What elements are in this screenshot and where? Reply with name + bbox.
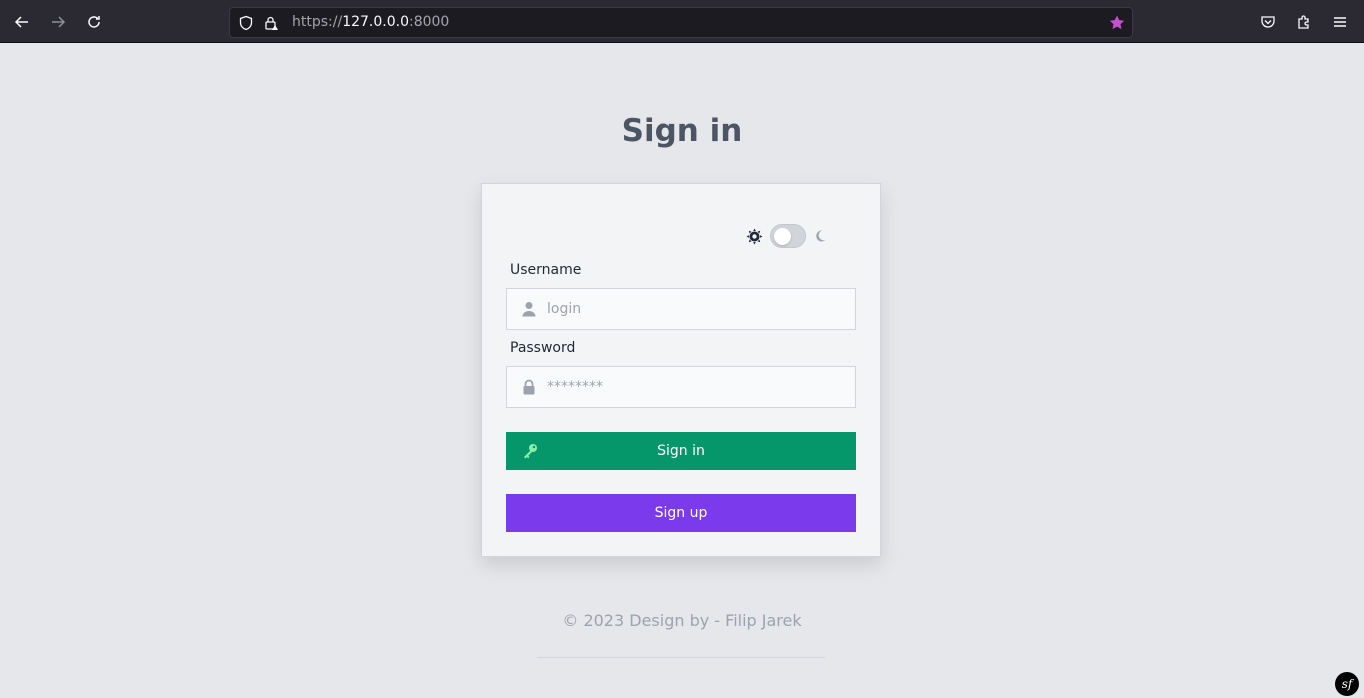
footer-divider (537, 657, 825, 658)
forward-arrow-icon (52, 16, 66, 28)
sign-in-button[interactable]: Sign in (506, 432, 856, 470)
username-label: Username (510, 262, 582, 278)
sun-icon (746, 228, 763, 245)
footer-copyright: © 2023 Design by - Filip Jarek (562, 611, 802, 630)
reload-icon (88, 16, 100, 28)
theme-toggle[interactable] (770, 224, 806, 248)
puzzle-icon (1298, 15, 1309, 29)
login-card: Username Password Sign in Sign up (481, 183, 881, 557)
sign-up-button[interactable]: Sign up (506, 494, 856, 532)
symfony-toolbar-icon[interactable]: sf (1335, 672, 1359, 696)
url-port: :8000 (408, 14, 450, 30)
back-button[interactable] (8, 8, 36, 36)
extensions-button[interactable] (1290, 8, 1318, 36)
lock-icon (523, 379, 535, 395)
username-input[interactable] (547, 289, 847, 329)
theme-switcher (746, 224, 836, 250)
url-host: 127.0.0.0 (342, 14, 409, 30)
pocket-icon (1261, 16, 1275, 28)
url-scheme: https:// (292, 14, 343, 30)
password-input[interactable] (547, 367, 847, 407)
pocket-button[interactable] (1254, 8, 1282, 36)
toggle-knob (774, 228, 791, 245)
shield-icon[interactable] (238, 15, 254, 31)
url-text[interactable]: https://127.0.0.0:8000 (292, 14, 449, 30)
insecure-lock-icon[interactable] (263, 15, 279, 31)
reload-button[interactable] (80, 8, 108, 36)
key-icon (524, 444, 537, 459)
sign-up-label: Sign up (654, 505, 708, 521)
moon-icon (816, 230, 826, 242)
password-field[interactable] (506, 366, 856, 408)
menu-button[interactable] (1326, 8, 1354, 36)
username-field[interactable] (506, 288, 856, 330)
hamburger-menu-icon (1334, 17, 1346, 27)
back-arrow-icon (14, 16, 28, 28)
page-title: Sign in (621, 113, 743, 149)
password-label: Password (510, 340, 576, 356)
forward-button[interactable] (44, 8, 72, 36)
browser-toolbar: https://127.0.0.0:8000 (0, 0, 1364, 43)
bookmark-star-icon[interactable] (1108, 14, 1126, 32)
user-icon (522, 302, 536, 317)
sign-in-label: Sign in (657, 443, 705, 459)
url-bar[interactable]: https://127.0.0.0:8000 (229, 7, 1133, 38)
